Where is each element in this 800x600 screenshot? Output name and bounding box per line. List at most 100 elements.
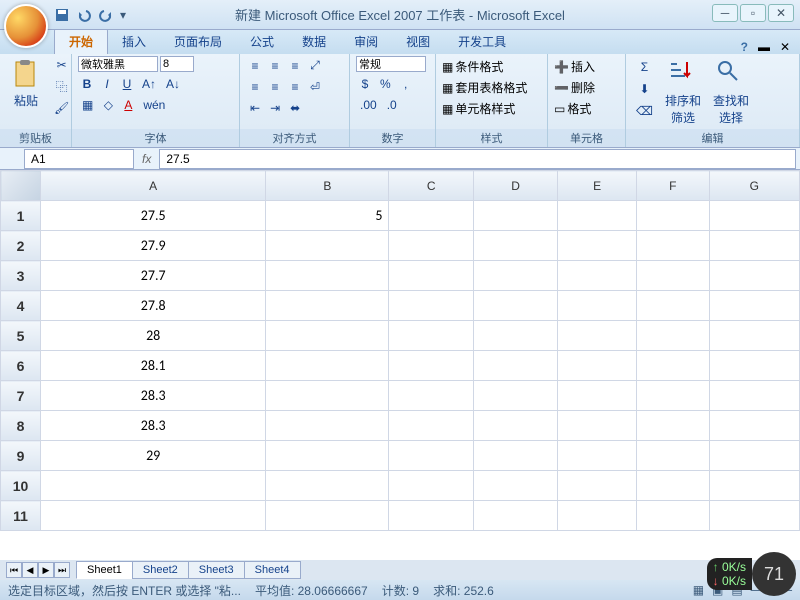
cell[interactable] [709,291,799,321]
shrink-font-icon[interactable]: A↓ [162,75,184,93]
cell[interactable] [473,261,557,291]
underline-button[interactable]: U [118,75,136,93]
office-button[interactable] [4,4,48,48]
bold-button[interactable]: B [78,75,96,93]
sheet-nav-first-icon[interactable]: ⏮ [6,562,22,578]
format-painter-icon[interactable]: 🖌 [50,99,73,117]
cell[interactable]: 27.9 [41,231,266,261]
cell[interactable] [636,411,709,441]
dec-indent-icon[interactable]: ⇤ [246,99,264,117]
cell[interactable] [636,231,709,261]
row-header[interactable]: 7 [1,381,41,411]
conditional-format-button[interactable]: ▦条件格式 [442,58,503,75]
merge-icon[interactable]: ⬌ [286,99,304,117]
column-header[interactable]: B [266,171,389,201]
cell[interactable] [709,441,799,471]
row-header[interactable]: 9 [1,441,41,471]
cell[interactable]: 28.3 [41,411,266,441]
cell[interactable] [636,201,709,231]
cell[interactable] [389,201,473,231]
cell[interactable] [266,501,389,531]
sheet-tab[interactable]: Sheet1 [76,561,133,579]
cell[interactable] [389,471,473,501]
sheet-nav-last-icon[interactable]: ⏭ [54,562,70,578]
cell[interactable] [473,351,557,381]
percent-icon[interactable]: % [376,75,395,93]
cell[interactable] [709,471,799,501]
cell[interactable] [266,441,389,471]
row-header[interactable]: 6 [1,351,41,381]
cell[interactable] [709,201,799,231]
cell[interactable] [636,291,709,321]
delete-cells-button[interactable]: ➖删除 [554,79,595,96]
borders-icon[interactable]: ▦ [78,96,97,114]
sheet-tab[interactable]: Sheet3 [188,561,245,579]
column-header[interactable]: A [41,171,266,201]
cell[interactable] [389,231,473,261]
cell[interactable]: 5 [266,201,389,231]
tab-data[interactable]: 数据 [288,29,340,54]
cell[interactable] [389,381,473,411]
qat-dropdown-icon[interactable]: ▾ [120,8,126,22]
cell[interactable] [558,291,637,321]
clear-icon[interactable]: ⌫ [632,102,657,120]
row-header[interactable]: 10 [1,471,41,501]
cell[interactable] [636,441,709,471]
table-format-button[interactable]: ▦套用表格格式 [442,79,527,96]
cell[interactable] [558,321,637,351]
sort-filter-button[interactable]: 排序和 筛选 [661,56,705,128]
cell[interactable] [709,411,799,441]
tab-home[interactable]: 开始 [54,28,108,54]
cell[interactable] [473,291,557,321]
insert-cells-button[interactable]: ➕插入 [554,58,595,75]
cell[interactable] [473,441,557,471]
tab-review[interactable]: 审阅 [340,29,392,54]
cell[interactable] [266,231,389,261]
cell[interactable] [709,231,799,261]
cell[interactable] [558,201,637,231]
cell[interactable] [709,381,799,411]
tab-layout[interactable]: 页面布局 [160,29,236,54]
cut-icon[interactable]: ✂ [50,56,73,74]
fill-icon[interactable]: ⬇ [632,80,657,98]
maximize-button[interactable]: ▫ [740,4,766,22]
name-box[interactable]: A1 [24,149,134,169]
column-header[interactable]: G [709,171,799,201]
cell[interactable] [473,471,557,501]
view-normal-icon[interactable]: ▦ [693,583,704,597]
fx-icon[interactable]: fx [134,152,159,166]
italic-button[interactable]: I [98,75,116,93]
row-header[interactable]: 1 [1,201,41,231]
cell[interactable] [266,261,389,291]
row-header[interactable]: 4 [1,291,41,321]
cell[interactable] [389,291,473,321]
paste-button[interactable]: 粘贴 [6,56,46,111]
cell[interactable] [389,411,473,441]
cell[interactable] [41,501,266,531]
cell[interactable]: 29 [41,441,266,471]
dec-decimal-icon[interactable]: .0 [383,96,401,114]
cell[interactable] [558,381,637,411]
column-header[interactable]: C [389,171,473,201]
cell[interactable] [636,381,709,411]
cell[interactable] [636,351,709,381]
cell[interactable]: 28.1 [41,351,266,381]
tab-view[interactable]: 视图 [392,29,444,54]
select-all-corner[interactable] [1,171,41,201]
cell[interactable] [266,471,389,501]
autosum-icon[interactable]: Σ [632,58,657,76]
cell[interactable] [709,351,799,381]
find-select-button[interactable]: 查找和 选择 [709,56,753,128]
mid-align-icon[interactable]: ≡ [266,57,284,75]
orientation-icon[interactable]: ⤢ [306,56,324,75]
cell[interactable] [558,471,637,501]
cell[interactable] [558,351,637,381]
comma-icon[interactable]: , [397,75,415,93]
cell[interactable] [636,261,709,291]
cell[interactable]: 27.8 [41,291,266,321]
cell[interactable] [709,501,799,531]
font-name-select[interactable] [78,56,158,72]
cell[interactable] [558,441,637,471]
cell[interactable] [473,411,557,441]
cell[interactable] [558,261,637,291]
